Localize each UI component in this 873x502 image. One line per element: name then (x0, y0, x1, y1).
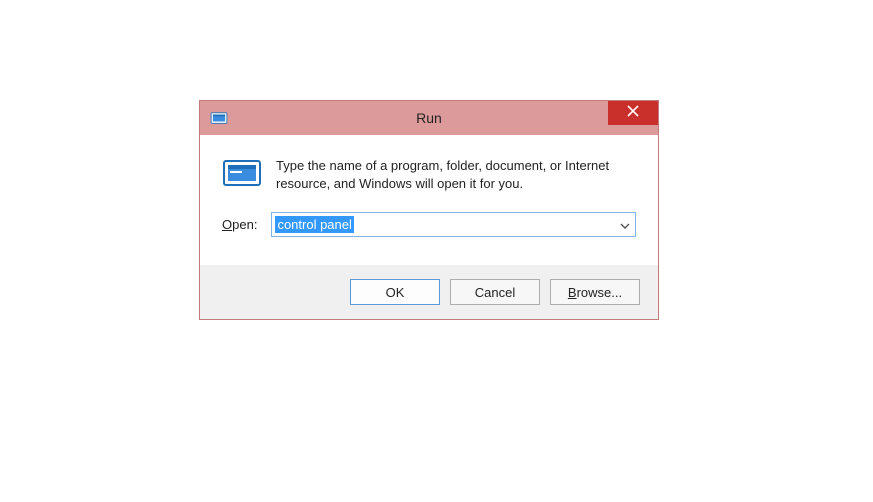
browse-button-label: Browse... (568, 285, 622, 300)
ok-button[interactable]: OK (350, 279, 440, 305)
chevron-down-icon (620, 216, 630, 234)
open-combobox[interactable]: control panel (271, 212, 636, 237)
run-dialog: Run Type the name of a program, folder, … (199, 100, 659, 320)
run-program-icon (222, 157, 262, 194)
window-title: Run (200, 110, 658, 126)
close-button[interactable] (608, 101, 658, 125)
cancel-button[interactable]: Cancel (450, 279, 540, 305)
run-program-icon (210, 111, 228, 125)
open-input[interactable]: control panel (272, 213, 615, 236)
open-dropdown-button[interactable] (615, 213, 635, 236)
dialog-footer: OK Cancel Browse... (200, 265, 658, 319)
description-text: Type the name of a program, folder, docu… (276, 157, 636, 193)
cancel-button-label: Cancel (475, 285, 515, 300)
browse-button[interactable]: Browse... (550, 279, 640, 305)
open-row: Open: control panel (222, 212, 636, 237)
dialog-body: Type the name of a program, folder, docu… (200, 135, 658, 265)
description-row: Type the name of a program, folder, docu… (222, 157, 636, 194)
open-label: Open: (222, 217, 257, 232)
titlebar: Run (200, 101, 658, 135)
close-icon (627, 104, 639, 122)
ok-button-label: OK (386, 285, 405, 300)
open-input-value: control panel (275, 216, 353, 234)
